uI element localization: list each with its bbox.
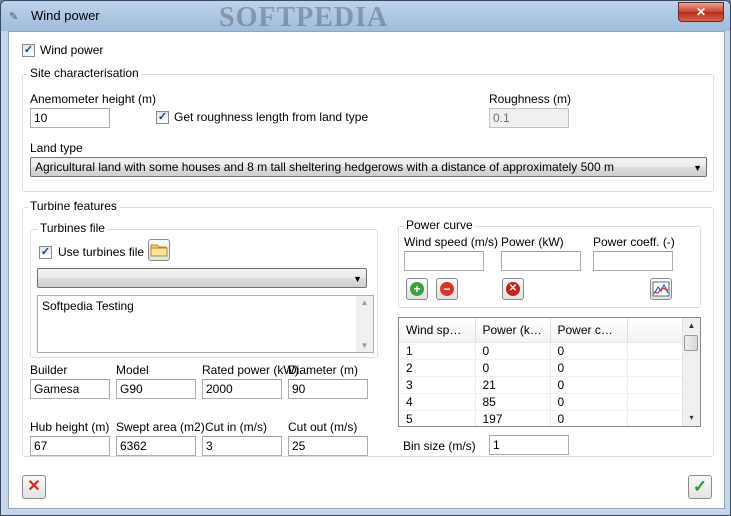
cut-out-label: Cut out (m/s) [288, 420, 358, 434]
cell-power-coeff: 0 [550, 376, 628, 394]
roughness-input[interactable]: 0.1 [489, 108, 569, 128]
roughness-from-land-checkbox[interactable]: ✓ [156, 111, 169, 124]
roughness-label: Roughness (m) [489, 92, 572, 106]
rated-power-label: Rated power (kW) [202, 363, 299, 377]
cell-power: 21 [475, 376, 551, 394]
cell-wind-speed: 2 [399, 359, 476, 377]
wind-power-label: Wind power [40, 43, 104, 57]
chevron-down-icon: ▼ [353, 274, 362, 284]
turbines-file-title: Turbines file [38, 221, 107, 235]
power-kw-input[interactable] [501, 251, 581, 271]
cut-out-input[interactable]: 25 [288, 436, 368, 456]
red-x-icon: ✕ [27, 478, 41, 495]
wind-power-checkbox[interactable]: ✓ [22, 44, 35, 57]
column-header-wind-speed[interactable]: Wind spee... [399, 318, 476, 343]
window-title: Wind power [31, 8, 100, 23]
land-type-label: Land type [30, 141, 83, 155]
app-icon: ✎ [9, 11, 19, 23]
cell-power-coeff: 0 [550, 359, 628, 377]
bin-size-input[interactable]: 1 [489, 435, 569, 455]
cell-power-coeff: 0 [550, 410, 628, 426]
cancel-button[interactable]: ✕ [22, 475, 46, 499]
rated-power-input[interactable]: 2000 [202, 379, 282, 399]
table-row[interactable]: 4 85 0 [399, 393, 698, 411]
use-turbines-file-label: Use turbines file [58, 245, 145, 259]
scroll-thumb[interactable] [684, 335, 698, 351]
site-characterisation-title: Site characterisation [28, 66, 141, 80]
hub-height-input[interactable]: 67 [30, 436, 110, 456]
use-turbines-file-checkbox[interactable]: ✓ [39, 246, 52, 259]
cell-power: 0 [475, 359, 551, 377]
roughness-from-land-label: Get roughness length from land type [174, 110, 369, 124]
turbine-features-title: Turbine features [28, 199, 119, 213]
table-header-row: Wind spee... Power (kW) Power coef... [399, 318, 698, 343]
scroll-down-icon[interactable]: ▼ [356, 341, 373, 350]
power-coeff-input[interactable] [593, 251, 673, 271]
hub-height-label: Hub height (m) [30, 420, 110, 434]
cell-wind-speed: 1 [399, 342, 476, 360]
scroll-up-icon[interactable]: ▲ [356, 298, 373, 307]
model-input[interactable]: G90 [116, 379, 196, 399]
cell-power: 85 [475, 393, 551, 411]
cell-wind-speed: 5 [399, 410, 476, 426]
clear-curve-button[interactable]: ✕ [502, 278, 524, 300]
table-row[interactable]: 200 [399, 359, 698, 377]
land-type-select[interactable]: Agricultural land with some houses and 8… [30, 157, 707, 177]
power-curve-title: Power curve [404, 218, 475, 232]
cell-wind-speed: 4 [399, 393, 476, 411]
minus-circle-icon: − [440, 282, 454, 296]
column-header-power-coeff[interactable]: Power coef... [550, 318, 628, 343]
green-check-icon: ✓ [692, 477, 708, 496]
chevron-down-icon: ▼ [693, 163, 702, 173]
cell-power-coeff: 0 [550, 342, 628, 360]
show-chart-button[interactable] [650, 278, 672, 300]
wind-speed-input[interactable] [404, 251, 484, 271]
table-row[interactable]: 3 21 0 [399, 376, 698, 394]
table-scrollbar[interactable]: ▲ ▾ [682, 318, 700, 426]
cell-power: 197 [475, 410, 551, 426]
builder-label: Builder [30, 363, 68, 377]
cell-power: 0 [475, 342, 551, 360]
land-type-value: Agricultural land with some houses and 8… [35, 160, 614, 174]
watermark: SOFTPEDIA [219, 2, 389, 33]
cell-wind-speed: 3 [399, 376, 476, 394]
turbine-notes-text: Softpedia Testing [42, 299, 134, 313]
remove-point-button[interactable]: − [436, 278, 458, 300]
swept-area-input[interactable]: 6362 [116, 436, 196, 456]
ok-button[interactable]: ✓ [688, 475, 712, 499]
scroll-up-icon[interactable]: ▲ [683, 318, 700, 334]
scroll-down-icon[interactable]: ▾ [683, 410, 700, 426]
cut-in-input[interactable]: 3 [202, 436, 282, 456]
cell-power-coeff: 0 [550, 393, 628, 411]
power-coeff-label: Power coeff. (-) [593, 235, 675, 249]
builder-input[interactable]: Gamesa [30, 379, 110, 399]
chart-icon [652, 281, 670, 297]
folder-icon [150, 244, 168, 257]
notes-scrollbar[interactable]: ▲ ▼ [356, 296, 373, 352]
column-header-power[interactable]: Power (kW) [475, 318, 551, 343]
power-curve-table[interactable]: Wind spee... Power (kW) Power coef... 10… [398, 317, 701, 427]
open-file-button[interactable] [148, 239, 170, 261]
anemometer-height-label: Anemometer height (m) [30, 92, 157, 106]
wind-speed-label: Wind speed (m/s) [404, 235, 499, 249]
cut-in-label: Cut in (m/s) [205, 420, 268, 434]
diameter-label: Diameter (m) [288, 363, 359, 377]
dialog-body: ✓ Wind power Site characterisation Anemo… [8, 31, 725, 509]
add-point-button[interactable]: + [406, 278, 428, 300]
wind-power-window: ✎ Wind power SOFTPEDIA ✕ ✓ Wind power Si… [0, 0, 731, 516]
swept-area-label: Swept area (m2) [116, 420, 205, 434]
diameter-input[interactable]: 90 [288, 379, 368, 399]
close-button[interactable]: ✕ [678, 2, 724, 22]
table-row[interactable]: 100 [399, 342, 698, 360]
table-row[interactable]: 5 197 0 [399, 410, 698, 426]
x-circle-icon: ✕ [506, 282, 520, 296]
title-bar[interactable]: ✎ Wind power SOFTPEDIA ✕ [1, 1, 730, 33]
model-label: Model [116, 363, 149, 377]
bin-size-label: Bin size (m/s) [403, 439, 476, 453]
turbine-notes-textarea[interactable]: Softpedia Testing ▲ ▼ [37, 295, 374, 353]
anemometer-height-input[interactable]: 10 [30, 108, 110, 128]
power-kw-label: Power (kW) [501, 235, 564, 249]
turbine-file-select[interactable]: ▼ [37, 268, 367, 288]
plus-circle-icon: + [410, 282, 424, 296]
